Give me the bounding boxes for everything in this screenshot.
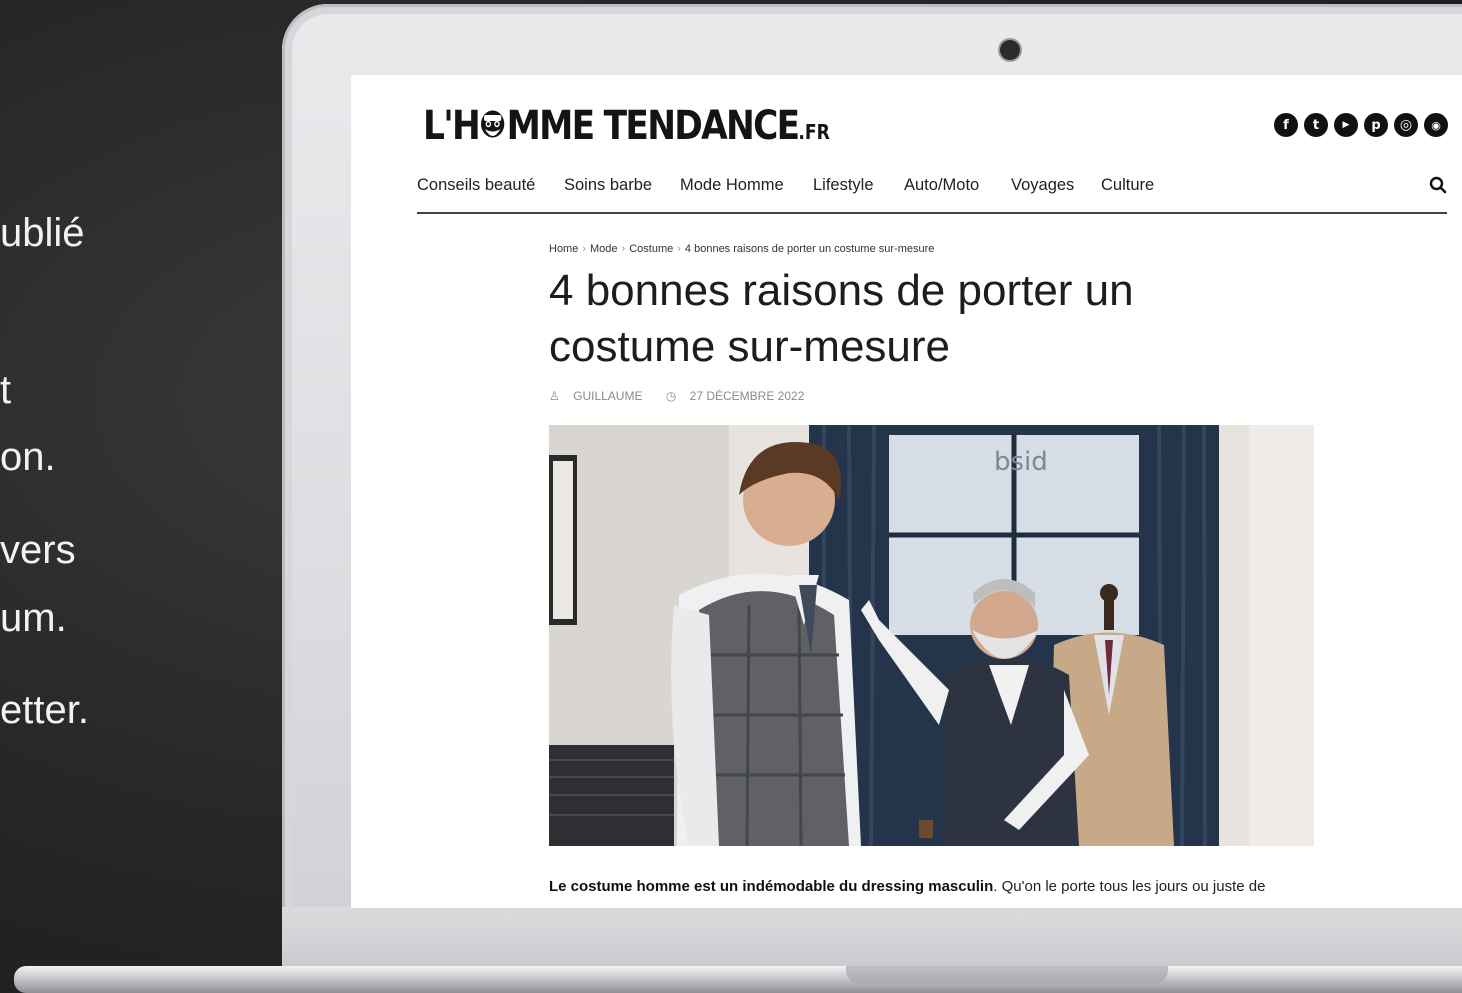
laptop-notch (846, 966, 1168, 984)
nav-item-mode-homme[interactable]: Mode Homme (680, 176, 784, 195)
slide-line: um. (0, 596, 67, 640)
pinterest-icon[interactable]: p (1364, 113, 1388, 137)
article-lead: Le costume homme est un indémodable du d… (549, 878, 1266, 895)
publish-date: ◷ 27 DÉCEMBRE 2022 (665, 389, 805, 403)
slide-line: on. (0, 435, 56, 479)
site-logo[interactable]: L'H MME TENDANCE.FR (423, 103, 830, 153)
author[interactable]: ♙ GUILLAUME (549, 389, 652, 403)
youtube-icon[interactable]: ▶ (1334, 113, 1358, 137)
facebook-icon[interactable]: f (1274, 113, 1298, 137)
slide-text: ublié t on. vers um. etter. (0, 0, 290, 993)
breadcrumb-current: 4 bonnes raisons de porter un costume su… (684, 243, 935, 255)
search-icon[interactable] (1429, 176, 1447, 199)
user-icon: ♙ (549, 389, 560, 403)
social-links: f t ▶ p ◎ ◉ (1274, 113, 1448, 137)
laptop-chin (282, 907, 1462, 973)
nav-item-lifestyle[interactable]: Lifestyle (813, 176, 874, 195)
window-sign: bsid (994, 447, 1048, 477)
twitter-icon[interactable]: t (1304, 113, 1328, 137)
article-hero-image: bsid (549, 425, 1314, 846)
breadcrumb-home[interactable]: Home (549, 243, 578, 255)
webcam-icon (1000, 40, 1020, 60)
main-nav: Conseils beauté Soins barbe Mode Homme L… (417, 172, 1447, 214)
article-meta: ♙ GUILLAUME ◷ 27 DÉCEMBRE 2022 (549, 389, 824, 403)
slide-line: vers (0, 528, 76, 572)
slide-line: etter. (0, 688, 89, 732)
bearded-face-icon (480, 107, 506, 153)
nav-item-soins-barbe[interactable]: Soins barbe (564, 176, 652, 195)
breadcrumb-costume[interactable]: Costume (629, 243, 673, 255)
nav-item-voyages[interactable]: Voyages (1011, 176, 1074, 195)
breadcrumb: Home › Mode › Costume › 4 bonnes raisons de po… (549, 243, 935, 255)
nav-item-conseils-beaute[interactable]: Conseils beauté (417, 176, 535, 195)
breadcrumb-mode[interactable]: Mode (590, 243, 618, 255)
rss-icon[interactable]: ◉ (1424, 113, 1448, 137)
instagram-icon[interactable]: ◎ (1394, 113, 1418, 137)
browser-screen: L'H MME TENDANCE.FR f t ▶ p ◎ ◉ Conseils… (351, 75, 1462, 908)
slide-line: ublié (0, 211, 85, 255)
laptop-base (14, 966, 1462, 993)
slide-line: t (0, 368, 12, 412)
clock-icon: ◷ (665, 389, 677, 403)
nav-item-auto-moto[interactable]: Auto/Moto (904, 176, 979, 195)
nav-item-culture[interactable]: Culture (1101, 176, 1154, 195)
article-title: 4 bonnes raisons de porter un costume su… (549, 266, 1134, 371)
